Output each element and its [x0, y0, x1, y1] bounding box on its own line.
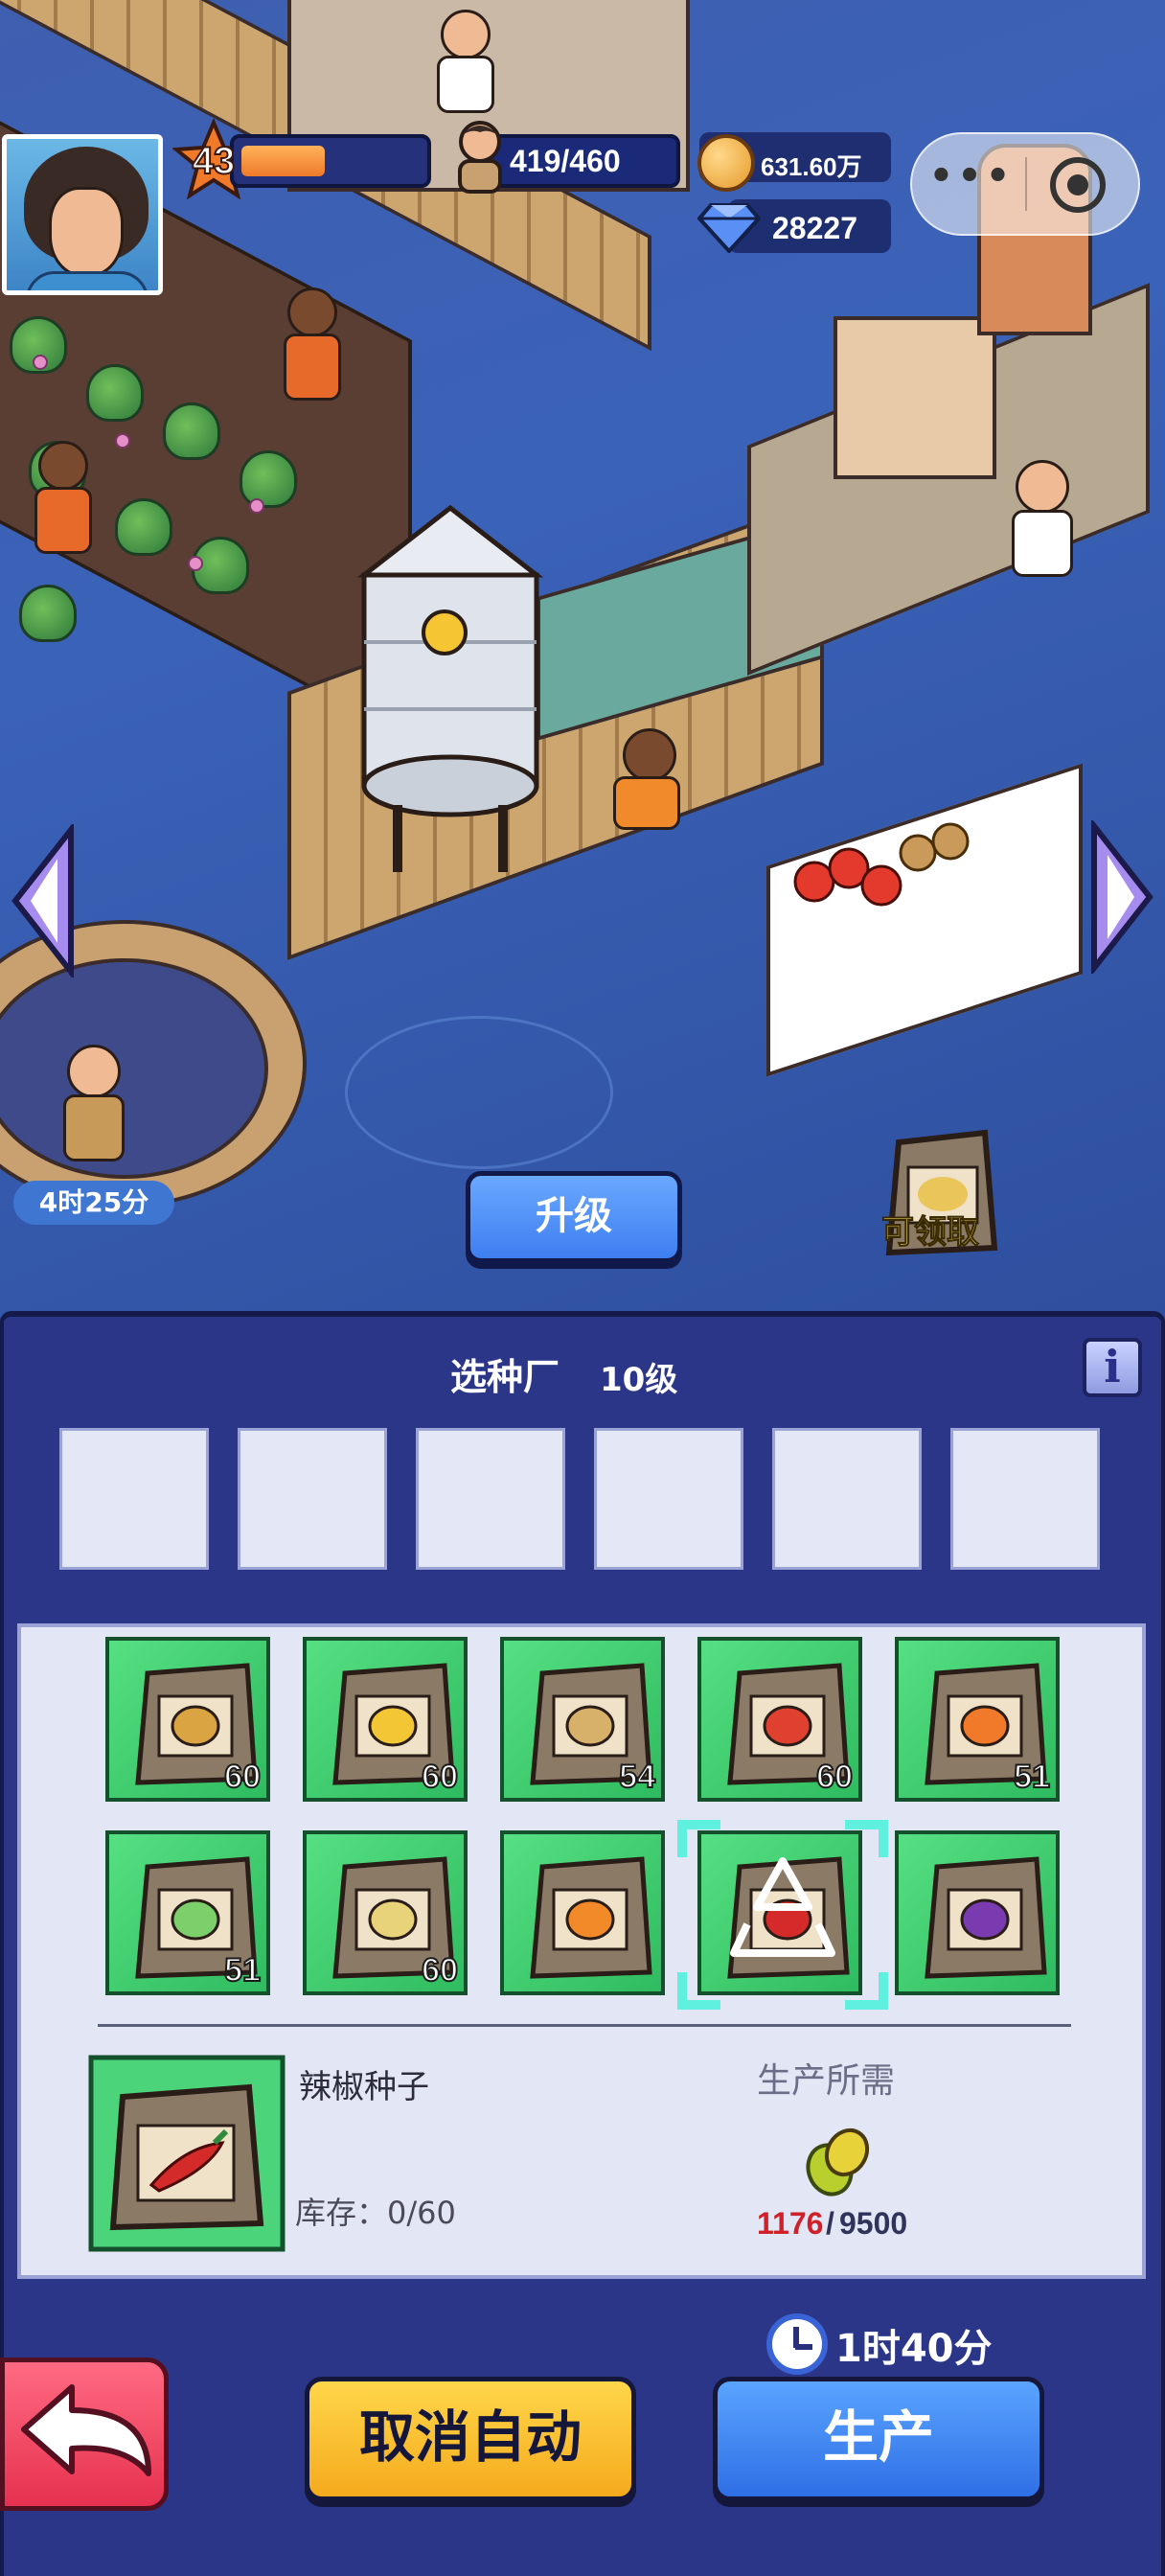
seed-card-corn-seed[interactable]: 60	[303, 1637, 468, 1802]
tomato-crate	[793, 822, 970, 907]
diamond-icon	[697, 203, 761, 253]
seed-card-eggplant-seed[interactable]	[895, 1830, 1060, 1995]
seed-count: 60	[421, 1951, 459, 1990]
empty-production-slot[interactable]	[238, 1428, 387, 1570]
close-miniapp-icon[interactable]	[1050, 157, 1106, 213]
production-timer: 4时25分	[13, 1181, 174, 1225]
population-count: 419/460	[510, 144, 621, 178]
flower	[115, 433, 130, 448]
seed-card-potato-seed[interactable]: 54	[500, 1637, 665, 1802]
selected-seed-card	[88, 2055, 286, 2252]
scene-left-arrow-icon[interactable]	[10, 824, 77, 978]
seed-card-soybean-seed[interactable]: 60	[303, 1830, 468, 1995]
empty-production-slot[interactable]	[59, 1428, 209, 1570]
eggplant-seed-bag-icon	[925, 1856, 1047, 1979]
seed-count: 51	[1013, 1758, 1051, 1796]
seed-card-wheat-seed[interactable]: 60	[105, 1637, 270, 1802]
flower	[188, 556, 203, 571]
xp-bar	[230, 134, 431, 188]
crop-plant	[19, 585, 77, 642]
empty-production-slot[interactable]	[772, 1428, 922, 1570]
scene-right-arrow-icon[interactable]	[1088, 820, 1155, 974]
population-icon	[458, 121, 502, 194]
requirement-title: 生产所需	[757, 2061, 896, 2101]
seed-count: 60	[815, 1758, 854, 1796]
water-tank[interactable]	[354, 498, 546, 882]
xp-fill	[241, 146, 325, 176]
seed-count: 54	[618, 1758, 656, 1796]
player-avatar[interactable]	[2, 134, 163, 295]
crop-plant	[240, 450, 297, 508]
empty-production-slot[interactable]	[950, 1428, 1100, 1570]
warehouse[interactable]	[834, 316, 996, 479]
crop-plant	[115, 498, 172, 556]
panel-level: 10级	[600, 1361, 678, 1399]
flower	[249, 498, 264, 514]
flower	[33, 355, 48, 370]
selected-frame	[677, 1820, 888, 2010]
clock-icon	[766, 2313, 828, 2375]
seed-count: 51	[223, 1951, 262, 1990]
seed-count: 60	[421, 1758, 459, 1796]
more-options-icon[interactable]: •••	[924, 146, 1019, 222]
seed-card-pumpkin-seed[interactable]	[500, 1830, 665, 1995]
water-ripple	[345, 1016, 613, 1169]
claim-label[interactable]: 可领取	[868, 1206, 993, 1253]
production-time: 1时40分	[835, 2327, 993, 2371]
empty-production-slot[interactable]	[416, 1428, 565, 1570]
cancel-auto-button[interactable]: 取消自动	[305, 2377, 636, 2501]
seed-count: 60	[223, 1758, 262, 1796]
coin-icon	[697, 134, 755, 192]
requirement-need: 9500	[839, 2206, 908, 2241]
requirement-separator: /	[826, 2206, 834, 2241]
seed-card-carrot-seed[interactable]: 51	[895, 1637, 1060, 1802]
crop-plant	[86, 364, 144, 422]
back-arrow-icon	[21, 2384, 151, 2476]
requirement-have: 1176	[757, 2206, 824, 2241]
selected-seed-stock: 库存：0/60	[295, 2195, 456, 2231]
soybean-icon	[806, 2128, 870, 2196]
seed-card-cabbage-seed[interactable]: 51	[105, 1830, 270, 1995]
pumpkin-seed-bag-icon	[530, 1856, 652, 1979]
info-button[interactable]: i	[1083, 1338, 1142, 1397]
back-button[interactable]	[0, 2358, 169, 2511]
produce-button[interactable]: 生产	[713, 2377, 1044, 2501]
empty-production-slot[interactable]	[594, 1428, 743, 1570]
gem-count: 28227	[772, 211, 857, 245]
coin-count: 631.60万	[761, 152, 862, 181]
player-level: 43	[192, 139, 237, 183]
selected-seed-name: 辣椒种子	[299, 2068, 429, 2106]
divider	[98, 2024, 1071, 2027]
capsule-divider	[1025, 157, 1027, 211]
crop-plant	[163, 402, 220, 460]
seed-card-tomato-seed[interactable]: 60	[697, 1637, 862, 1802]
upgrade-button[interactable]: 升级	[466, 1171, 682, 1263]
panel-title: 选种厂	[450, 1356, 560, 1398]
